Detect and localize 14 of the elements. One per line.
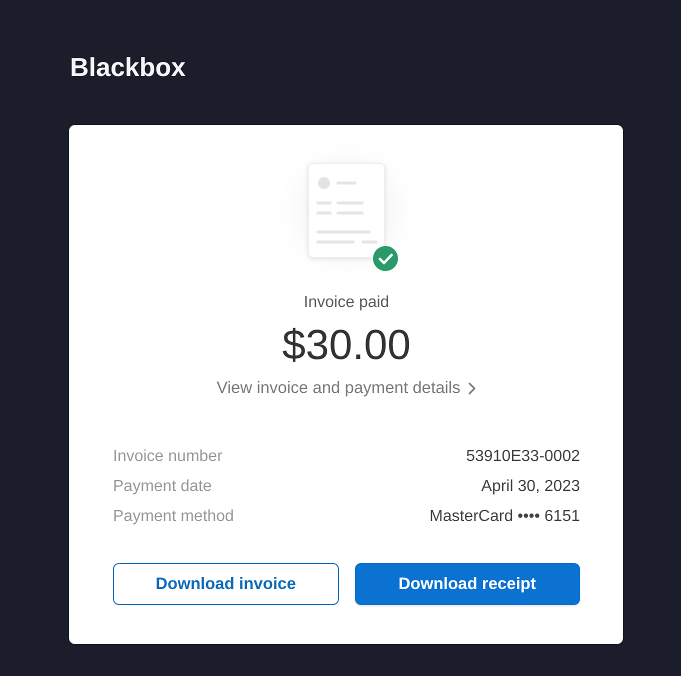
- detail-value: 53910E33-0002: [466, 448, 580, 466]
- download-button[interactable]: Download invoice: [113, 563, 338, 605]
- download-button[interactable]: Download receipt: [354, 563, 580, 605]
- detail-value: MasterCard •••• 6151: [430, 508, 580, 526]
- detail-label: Invoice number: [113, 448, 222, 466]
- brand-title: Blackbox: [70, 51, 186, 83]
- chevron-right-icon: [468, 382, 476, 394]
- detail-value: April 30, 2023: [481, 478, 580, 496]
- detail-label: Payment method: [113, 508, 234, 526]
- check-circle-icon: [372, 245, 398, 272]
- status-text: Invoice paid: [304, 293, 390, 313]
- detail-label: Payment date: [113, 478, 212, 496]
- amount-text: $30.00: [282, 322, 411, 368]
- details-link[interactable]: View invoice and payment details: [216, 377, 476, 399]
